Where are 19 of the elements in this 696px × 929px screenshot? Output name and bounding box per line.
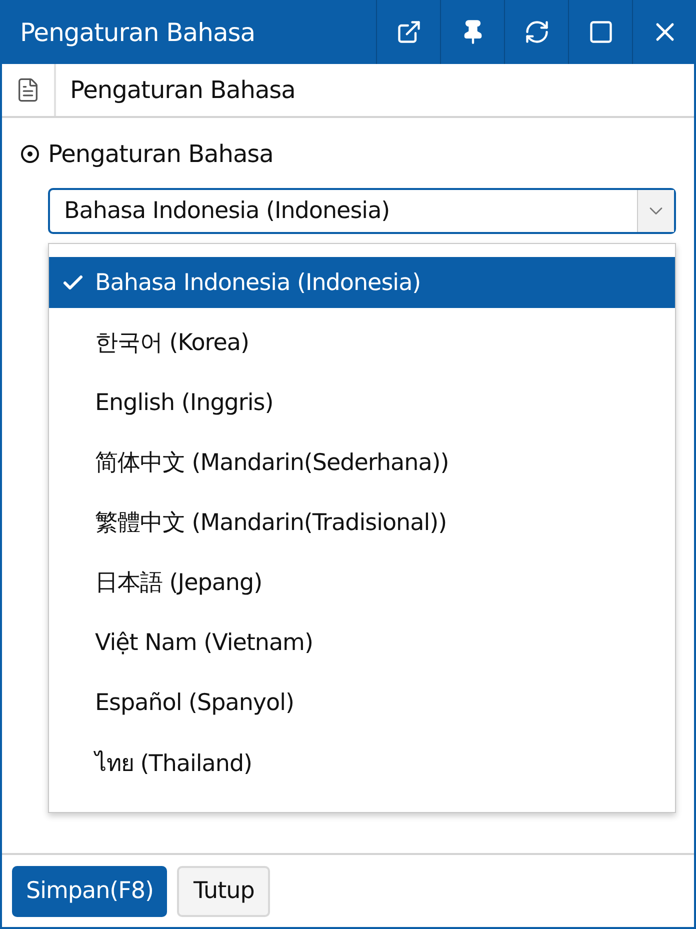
maximize-icon — [588, 19, 614, 45]
dropdown-option[interactable]: 한국어 (Korea) — [49, 317, 675, 368]
tab[interactable]: Pengaturan Bahasa — [56, 64, 296, 116]
window-title: Pengaturan Bahasa — [19, 16, 256, 48]
dropdown-option[interactable]: Bahasa Indonesia (Indonesia) — [49, 257, 675, 308]
dropdown-option[interactable]: Việt Nam (Vietnam) — [49, 617, 675, 668]
close-dialog-button[interactable]: Tutup — [177, 866, 270, 916]
dropdown-option[interactable]: ไทย (Thailand) — [49, 737, 675, 788]
dropdown-option[interactable]: 繁體中文 (Mandarin(Tradisional)) — [49, 497, 675, 548]
dropdown-option[interactable]: Español (Spanyol) — [49, 677, 675, 728]
dropdown-option[interactable]: English (Inggris) — [49, 377, 675, 428]
circle-dot-icon — [20, 144, 40, 164]
language-select[interactable]: Bahasa Indonesia (Indonesia) — [48, 188, 676, 234]
refresh-icon — [524, 19, 550, 45]
external-link-icon — [396, 19, 422, 45]
dropdown-option[interactable]: 简体中文 (Mandarin(Sederhana)) — [49, 437, 675, 488]
section-label: Pengaturan Bahasa — [48, 140, 274, 168]
save-button[interactable]: Simpan(F8) — [12, 866, 168, 916]
dropdown-option[interactable]: 日本語 (Jepang) — [49, 557, 675, 608]
